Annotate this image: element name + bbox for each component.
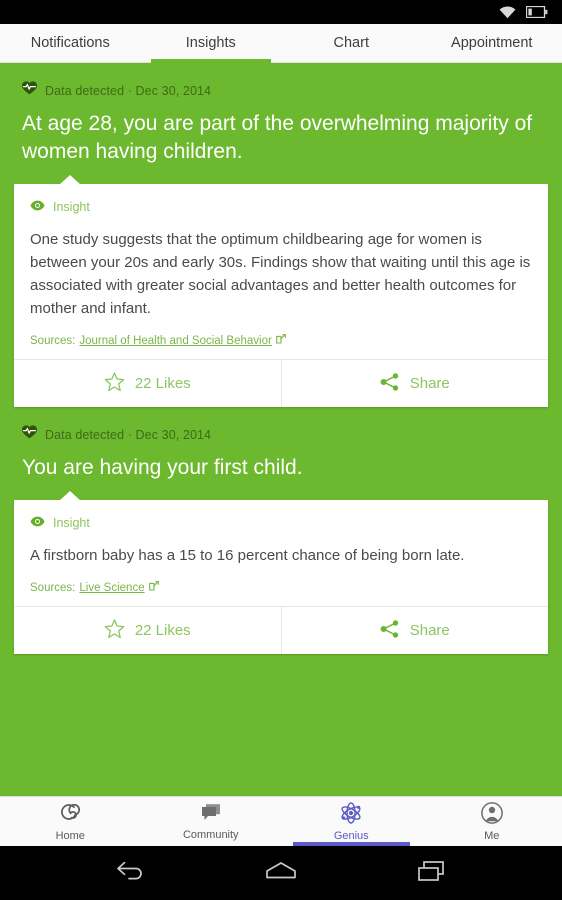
nav-item-community[interactable]: Community xyxy=(141,797,282,846)
insight-card-wrapper: Insight A firstborn baby has a 15 to 16 … xyxy=(14,491,548,654)
tab-bar: Notifications Insights Chart Appointment xyxy=(0,24,562,63)
star-icon xyxy=(104,371,125,396)
insight-card-body: Insight One study suggests that the opti… xyxy=(14,184,548,359)
like-button[interactable]: 22 Likes xyxy=(14,360,281,407)
external-link-icon xyxy=(148,581,159,594)
tab-appointment[interactable]: Appointment xyxy=(422,24,562,62)
insight-tag-label: Insight xyxy=(53,516,90,530)
insight-meta-text: Data detected · Dec 30, 2014 xyxy=(45,83,212,98)
battery-low-icon xyxy=(526,6,548,18)
share-button[interactable]: Share xyxy=(280,607,549,654)
share-button[interactable]: Share xyxy=(280,360,549,407)
insight-card-wrapper: Insight One study suggests that the opti… xyxy=(14,175,548,407)
atom-icon xyxy=(339,801,363,827)
share-label: Share xyxy=(409,375,450,392)
heart-pulse-icon xyxy=(21,425,38,444)
source-link[interactable]: Live Science xyxy=(79,582,144,594)
wifi-icon xyxy=(499,5,516,19)
eye-icon xyxy=(30,514,45,532)
share-icon xyxy=(380,619,400,642)
speech-bubble-icon xyxy=(200,803,222,826)
tab-notifications[interactable]: Notifications xyxy=(0,24,141,62)
recents-icon[interactable] xyxy=(416,859,448,888)
share-icon xyxy=(380,372,400,395)
like-button[interactable]: 22 Likes xyxy=(14,607,281,654)
card-actions: 22 Likes Share xyxy=(14,359,548,407)
eye-icon xyxy=(30,198,45,216)
insight-card[interactable]: Insight One study suggests that the opti… xyxy=(14,184,548,407)
tab-insights[interactable]: Insights xyxy=(141,24,282,63)
insight-meta-row: Data detected · Dec 30, 2014 xyxy=(14,63,548,100)
tab-label: Insights xyxy=(185,35,236,51)
nav-item-label: Me xyxy=(484,829,500,842)
like-count-label: 22 Likes xyxy=(134,375,191,392)
sources-label: Sources: xyxy=(30,581,76,594)
nav-item-label: Genius xyxy=(333,829,369,842)
insight-tag-row: Insight xyxy=(30,198,532,216)
nav-active-indicator xyxy=(293,842,410,846)
external-link-icon xyxy=(275,334,286,347)
like-count-label: 22 Likes xyxy=(134,622,191,639)
insight-headline: At age 28, you are part of the overwhelm… xyxy=(22,112,533,163)
card-pointer xyxy=(59,491,81,501)
person-circle-icon xyxy=(480,801,503,827)
home-icon[interactable] xyxy=(264,860,298,887)
insight-card-body: Insight A firstborn baby has a 15 to 16 … xyxy=(14,500,548,606)
share-label: Share xyxy=(409,622,450,639)
nav-item-label: Home xyxy=(55,829,85,842)
insight-item: Data detected · Dec 30, 2014 You are hav… xyxy=(0,407,562,654)
card-pointer xyxy=(59,175,81,185)
sources-row: Sources: Live Science xyxy=(30,581,532,594)
device-screen: Notifications Insights Chart Appointment xyxy=(0,0,562,900)
insight-body-text: A firstborn baby has a 15 to 16 percent … xyxy=(30,547,465,564)
insight-meta-text: Data detected · Dec 30, 2014 xyxy=(45,427,212,442)
bottom-nav: Home Community Genius Me xyxy=(0,796,562,846)
insight-item: Data detected · Dec 30, 2014 At age 28, … xyxy=(0,63,562,407)
insight-tag-label: Insight xyxy=(53,200,90,214)
star-icon xyxy=(104,618,125,643)
sources-label: Sources: xyxy=(30,334,76,347)
nav-item-home[interactable]: Home xyxy=(0,797,141,846)
tab-label: Notifications xyxy=(30,35,110,51)
sources-row: Sources: Journal of Health and Social Be… xyxy=(30,334,532,347)
nav-item-me[interactable]: Me xyxy=(422,797,562,846)
source-link[interactable]: Journal of Health and Social Behavior xyxy=(79,335,271,347)
back-arrow-icon[interactable] xyxy=(114,860,146,887)
insight-meta-row: Data detected · Dec 30, 2014 xyxy=(14,407,548,444)
insight-headline: You are having your first child. xyxy=(22,456,303,479)
insight-card[interactable]: Insight A firstborn baby has a 15 to 16 … xyxy=(14,500,548,654)
heart-pulse-icon xyxy=(21,81,38,100)
tab-chart[interactable]: Chart xyxy=(281,24,422,62)
system-navigation-bar xyxy=(0,846,562,900)
spiral-g-icon xyxy=(59,802,81,827)
insight-body-text: One study suggests that the optimum chil… xyxy=(30,231,531,317)
nav-item-genius[interactable]: Genius xyxy=(281,797,422,846)
tab-label: Chart xyxy=(333,35,369,51)
card-actions: 22 Likes Share xyxy=(14,606,548,654)
tab-label: Appointment xyxy=(451,35,533,51)
nav-item-label: Community xyxy=(182,828,239,841)
insight-tag-row: Insight xyxy=(30,514,532,532)
insights-feed[interactable]: Data detected · Dec 30, 2014 At age 28, … xyxy=(0,63,562,796)
status-bar xyxy=(0,0,562,24)
